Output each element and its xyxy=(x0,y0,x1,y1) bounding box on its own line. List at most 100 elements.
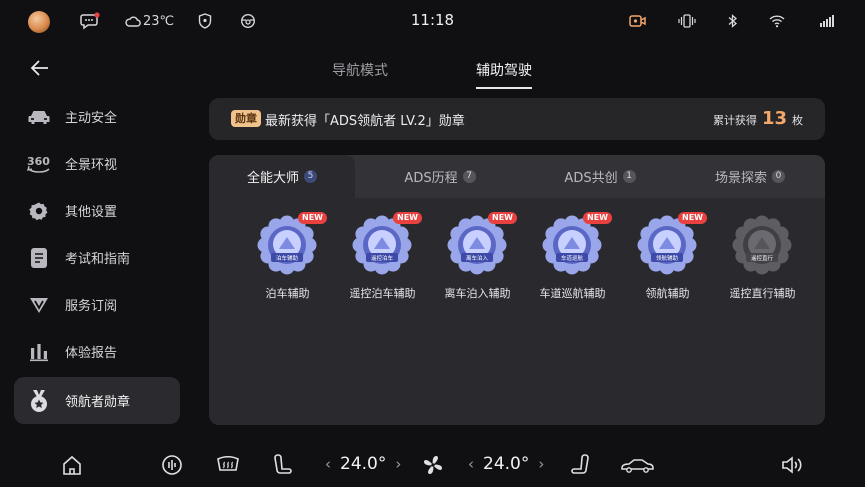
new-tag: NEW xyxy=(583,212,612,224)
volume-icon xyxy=(782,456,802,474)
sidebar-item-surround-view[interactable]: 360 全景环视 xyxy=(14,140,180,187)
passenger-temperature-control: ‹ 24.0° › xyxy=(468,454,553,474)
tab-count: 7 xyxy=(462,170,476,183)
chevron-left-icon[interactable]: ‹ xyxy=(468,455,474,473)
medal-ribbon-text: 遥控直行 xyxy=(751,254,774,262)
tab-all-round-master[interactable]: 全能大师 5 xyxy=(209,155,355,198)
wifi-icon xyxy=(769,12,785,30)
driver-seat-button[interactable] xyxy=(273,452,293,478)
back-button[interactable] xyxy=(28,56,52,80)
passenger-seat-button[interactable] xyxy=(570,452,590,478)
bluetooth-icon xyxy=(727,12,739,30)
vibration-icon xyxy=(678,12,696,30)
latest-medal-banner[interactable]: 勋章 最新获得「ADS领航者 LV.2」勋章 累计获得 13 枚 xyxy=(209,98,825,140)
gear-icon xyxy=(26,198,52,224)
new-tag: NEW xyxy=(393,212,422,224)
total-label: 累计获得 xyxy=(712,114,757,127)
tab-ads-journey[interactable]: ADS历程 7 xyxy=(355,155,525,198)
medal-navigation-assist[interactable]: 领航辅助 NEW 领航辅助 xyxy=(620,212,715,305)
medal-badge-icon: 泊车辅助 xyxy=(257,215,317,275)
signal-strength-icon xyxy=(820,12,834,30)
fan-button[interactable] xyxy=(421,452,445,478)
medal-badge-icon: 车道巡航 xyxy=(542,215,602,275)
clock: 11:18 xyxy=(410,11,455,29)
sidebar-item-navigator-medals[interactable]: 领航者勋章 xyxy=(14,377,180,424)
new-tag: NEW xyxy=(488,212,517,224)
tab-label: ADS历程 xyxy=(404,171,458,186)
medal-remote-straight-assist[interactable]: 遥控直行 遥控直行辅助 xyxy=(715,215,810,305)
medal-badge-icon: 领航辅助 xyxy=(637,215,697,275)
rear-defrost-button[interactable] xyxy=(216,452,240,478)
tab-label: 辅助驾驶 xyxy=(476,63,532,79)
medal-ribbon-text: 车道巡航 xyxy=(561,254,584,262)
sidebar-item-service-subscription[interactable]: 服务订阅 xyxy=(14,281,180,328)
sidebar-item-label: 其他设置 xyxy=(65,205,118,220)
360-view-icon: 360 xyxy=(26,151,52,177)
sidebar-item-label: 服务订阅 xyxy=(65,299,118,314)
new-tag: NEW xyxy=(678,212,707,224)
medal-badge-icon: 离车泊入 xyxy=(447,215,507,275)
car-icon xyxy=(26,104,52,130)
message-icon[interactable] xyxy=(80,12,100,30)
medal-ribbon-text: 离车泊入 xyxy=(466,254,489,262)
tab-label: ADS共创 xyxy=(564,171,618,186)
medal-category-tabs: 全能大师 5 ADS历程 7 ADS共创 1 场景探索 0 xyxy=(209,155,825,198)
sidebar-item-label: 体验报告 xyxy=(65,346,118,361)
total-unit: 枚 xyxy=(792,114,803,127)
cloud-icon xyxy=(125,16,141,27)
sidebar-item-label: 考试和指南 xyxy=(65,252,131,267)
avatar[interactable] xyxy=(28,11,50,33)
media-button[interactable] xyxy=(161,452,183,478)
arrow-left-icon xyxy=(30,60,48,76)
chevron-right-icon[interactable]: › xyxy=(538,455,544,473)
weather: 23℃ xyxy=(125,12,174,30)
sidebar-item-other-settings[interactable]: 其他设置 xyxy=(14,187,180,234)
camera-recording-icon[interactable] xyxy=(629,12,647,30)
passenger-temperature: 24.0° xyxy=(483,454,530,474)
tab-count: 1 xyxy=(622,170,636,183)
tab-label: 全能大师 xyxy=(246,171,299,186)
medal-remote-parking-assist[interactable]: 遥控泊车 NEW 遥控泊车辅助 xyxy=(335,212,430,305)
medal-badge-icon: 遥控直行 xyxy=(732,215,792,275)
subscription-v-icon xyxy=(26,292,52,318)
tab-scenario-exploration[interactable]: 场景探索 0 xyxy=(675,155,825,198)
sidebar-item-experience-report[interactable]: 体验报告 xyxy=(14,328,180,375)
sidebar-item-active-safety[interactable]: 主动安全 xyxy=(14,93,180,140)
total-medals: 累计获得 13 枚 xyxy=(713,108,803,129)
chevron-left-icon[interactable]: ‹ xyxy=(325,455,331,473)
medal-ribbon-text: 遥控泊车 xyxy=(371,254,394,262)
weather-temp: 23℃ xyxy=(143,13,175,29)
tab-ads-co-creation[interactable]: ADS共创 1 xyxy=(525,155,675,198)
medal-panel: 全能大师 5 ADS历程 7 ADS共创 1 场景探索 0 泊车辅助 NEW 泊车辅助 xyxy=(209,155,825,425)
seat-icon xyxy=(274,454,292,474)
volume-button[interactable] xyxy=(780,452,804,478)
total-count: 13 xyxy=(761,108,787,129)
tab-navigation-mode[interactable]: 导航模式 xyxy=(332,60,388,80)
medal-ribbon-text: 泊车辅助 xyxy=(276,254,299,262)
document-icon xyxy=(26,245,52,271)
sidebar-item-label: 主动安全 xyxy=(65,111,118,126)
sidebar-item-exam-guide[interactable]: 考试和指南 xyxy=(14,234,180,281)
home-button[interactable] xyxy=(61,452,83,478)
fan-icon xyxy=(424,456,442,474)
car-side-icon xyxy=(621,459,654,473)
sidebar: 主动安全 360 全景环视 其他设置 考试和指南 服务订阅 体验报告 领航者勋章 xyxy=(14,93,180,424)
tab-assisted-driving[interactable]: 辅助驾驶 xyxy=(476,60,532,89)
medal-lane-cruise-assist[interactable]: 车道巡航 NEW 车道巡航辅助 xyxy=(525,212,620,305)
tab-label: 场景探索 xyxy=(714,171,767,186)
status-bar: 23℃ 11:18 xyxy=(0,0,865,42)
sidebar-item-label: 全景环视 xyxy=(65,158,118,173)
svg-text:360: 360 xyxy=(27,155,50,168)
medal-badge-icon: 遥控泊车 xyxy=(352,215,412,275)
rear-defrost-icon xyxy=(217,455,239,471)
tab-count: 5 xyxy=(304,170,317,183)
medal-label: 遥控直行辅助 xyxy=(729,287,796,300)
medal-ribbon-text: 领航辅助 xyxy=(656,254,679,262)
home-icon xyxy=(63,455,81,475)
chevron-right-icon[interactable]: › xyxy=(395,455,401,473)
medal-exit-parking-assist[interactable]: 离车泊入 NEW 离车泊入辅助 xyxy=(430,212,525,305)
audio-bars-icon xyxy=(162,455,182,475)
medal-parking-assist[interactable]: 泊车辅助 NEW 泊车辅助 xyxy=(240,212,335,305)
bar-chart-icon xyxy=(26,339,52,365)
vehicle-button[interactable] xyxy=(620,452,654,478)
